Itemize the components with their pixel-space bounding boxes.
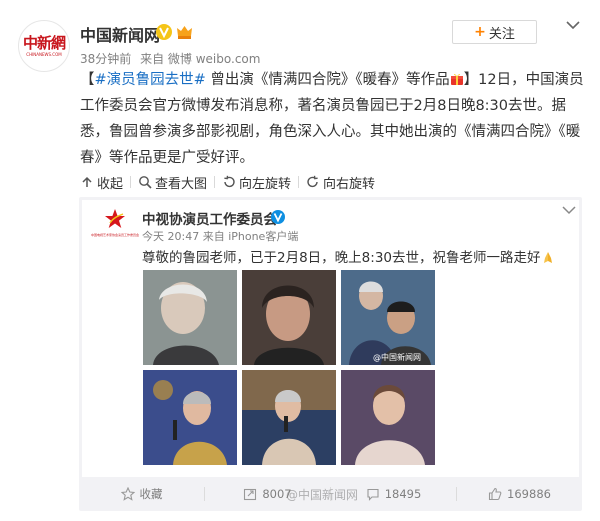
star-outline-icon <box>120 486 135 501</box>
toolbar-divider <box>214 176 216 188</box>
post-source[interactable]: 来自 微博 weibo.com <box>140 52 260 66</box>
follow-button[interactable]: + 关注 <box>452 20 537 44</box>
embedded-source: 来自 iPhone客户端 <box>202 230 299 243</box>
embedded-time: 今天 20:47 <box>142 230 200 243</box>
collect-label: 收藏 <box>139 487 163 501</box>
post-title-text: 曾出演《情满四合院》《暖春》等作品 <box>205 72 450 88</box>
bracket-open: 【 <box>80 72 95 88</box>
collapse-label: 收起 <box>97 176 124 192</box>
verified-blue-icon <box>271 210 285 224</box>
post-text: 【#演员鲁园去世# 曾出演《情满四合院》《暖春》等作品 】12日，中国演员工作委员… <box>80 67 585 171</box>
image-toolbar: 收起 查看大图 向左旋转 向右旋转 <box>80 172 375 192</box>
rotate-left-label: 向左旋转 <box>239 176 292 192</box>
photo-thumbnail <box>341 370 435 465</box>
rotate-left-button[interactable]: 向左旋转 <box>222 173 291 192</box>
photo-grid: @中国新闻网 <box>143 270 436 468</box>
bracket-close: 】 <box>463 72 479 88</box>
embedded-post: 中国电视艺术家协会演员工作委员会 中视协演员工作委员会 今天 20:47 来自 … <box>82 200 579 477</box>
embedded-logo-subtext: 中国电视艺术家协会演员工作委员会 <box>91 233 140 237</box>
collapse-button[interactable]: 收起 <box>80 173 123 192</box>
comment-count: 18495 <box>384 487 422 501</box>
rotate-right-icon <box>306 175 320 189</box>
magnifier-icon <box>138 175 152 189</box>
embedded-like: 169886 <box>457 487 582 501</box>
follow-label: 关注 <box>488 26 515 42</box>
comment-icon <box>366 487 380 501</box>
view-large-label: 查看大图 <box>155 176 208 192</box>
hashtag-link[interactable]: #演员鲁园去世# <box>95 72 206 88</box>
toolbar-divider <box>130 176 132 188</box>
rotate-left-icon <box>222 175 236 189</box>
photo-thumbnail <box>242 270 336 365</box>
verified-badge-icon <box>156 24 172 40</box>
embedded-post-image[interactable]: 中国电视艺术家协会演员工作委员会 中视协演员工作委员会 今天 20:47 来自 … <box>79 197 582 511</box>
crown-icon <box>176 24 193 40</box>
embedded-author-name: 中视协演员工作委员会 <box>142 212 277 228</box>
star-logo-icon <box>105 209 125 228</box>
plus-icon: + <box>474 24 486 40</box>
embedded-author-avatar: 中国电视艺术家协会演员工作委员会 <box>91 208 140 250</box>
author-logo-text: 中新網 <box>22 34 66 52</box>
view-large-button[interactable]: 查看大图 <box>138 173 207 192</box>
author-logo-subtext: CHINANEWS.COM <box>26 52 62 57</box>
photo-thumbnail <box>143 370 237 465</box>
post-meta: 38分钟前 来自 微博 weibo.com <box>80 50 265 67</box>
photo-thumbnail <box>143 270 237 365</box>
thumbs-up-icon <box>488 487 502 501</box>
like-count: 169886 <box>507 487 551 501</box>
photo-thumbnail <box>341 270 435 365</box>
embedded-meta: 今天 20:47 来自 iPhone客户端 <box>142 228 298 244</box>
post-time[interactable]: 38分钟前 <box>80 52 131 66</box>
author-name[interactable]: 中国新闻网 <box>80 22 160 46</box>
page-watermark: @中国新闻网 <box>286 488 359 502</box>
embedded-collect: 收藏 <box>79 486 204 502</box>
photo-watermark: @中国新闻网 <box>373 353 421 362</box>
repost-icon <box>243 487 257 501</box>
gift-icon <box>450 69 464 85</box>
embedded-text-body: 尊敬的鲁园老师，已于2月8日，晚上8:30去世，祝鲁老师一路走好 <box>142 250 541 266</box>
chevron-down-icon <box>562 203 576 215</box>
arrow-up-icon <box>80 175 94 189</box>
weibo-post-card: 中新網 CHINANEWS.COM 中国新闻网 38分钟前 来自 微博 weib… <box>0 0 600 521</box>
chevron-down-icon[interactable] <box>566 18 580 30</box>
rotate-right-label: 向右旋转 <box>323 176 376 192</box>
author-avatar[interactable]: 中新網 CHINANEWS.COM <box>18 20 70 72</box>
embedded-text: 尊敬的鲁园老师，已于2月8日，晚上8:30去世，祝鲁老师一路走好 <box>142 246 555 266</box>
rotate-right-button[interactable]: 向右旋转 <box>306 173 375 192</box>
pray-emoji-icon <box>541 250 555 264</box>
photo-thumbnail <box>242 370 336 465</box>
toolbar-divider <box>298 176 300 188</box>
